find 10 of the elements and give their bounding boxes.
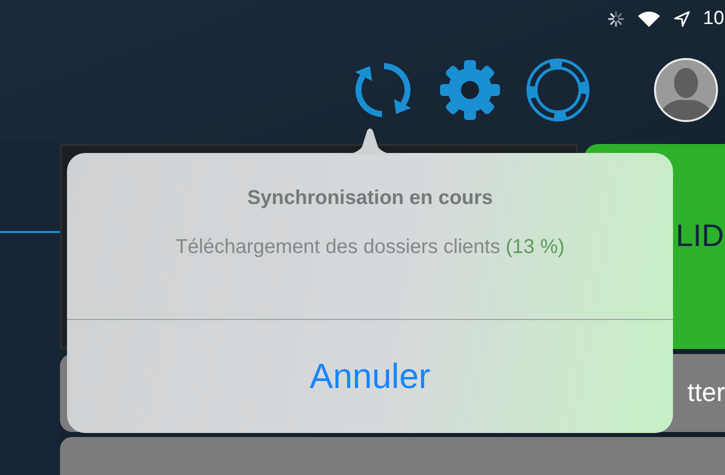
settings-icon[interactable] <box>438 58 502 122</box>
avatar-icon[interactable] <box>654 58 718 122</box>
lifebuoy-icon[interactable] <box>526 58 590 122</box>
cancel-button[interactable]: Annuler <box>67 320 673 433</box>
popover-message: Téléchargement des dossiers clients (13 %) <box>175 236 565 259</box>
activity-spinner-icon <box>607 10 625 28</box>
popover-title: Synchronisation en cours <box>247 187 493 210</box>
location-icon <box>673 10 691 28</box>
wifi-icon <box>637 10 661 28</box>
status-time: 10 <box>703 8 725 30</box>
